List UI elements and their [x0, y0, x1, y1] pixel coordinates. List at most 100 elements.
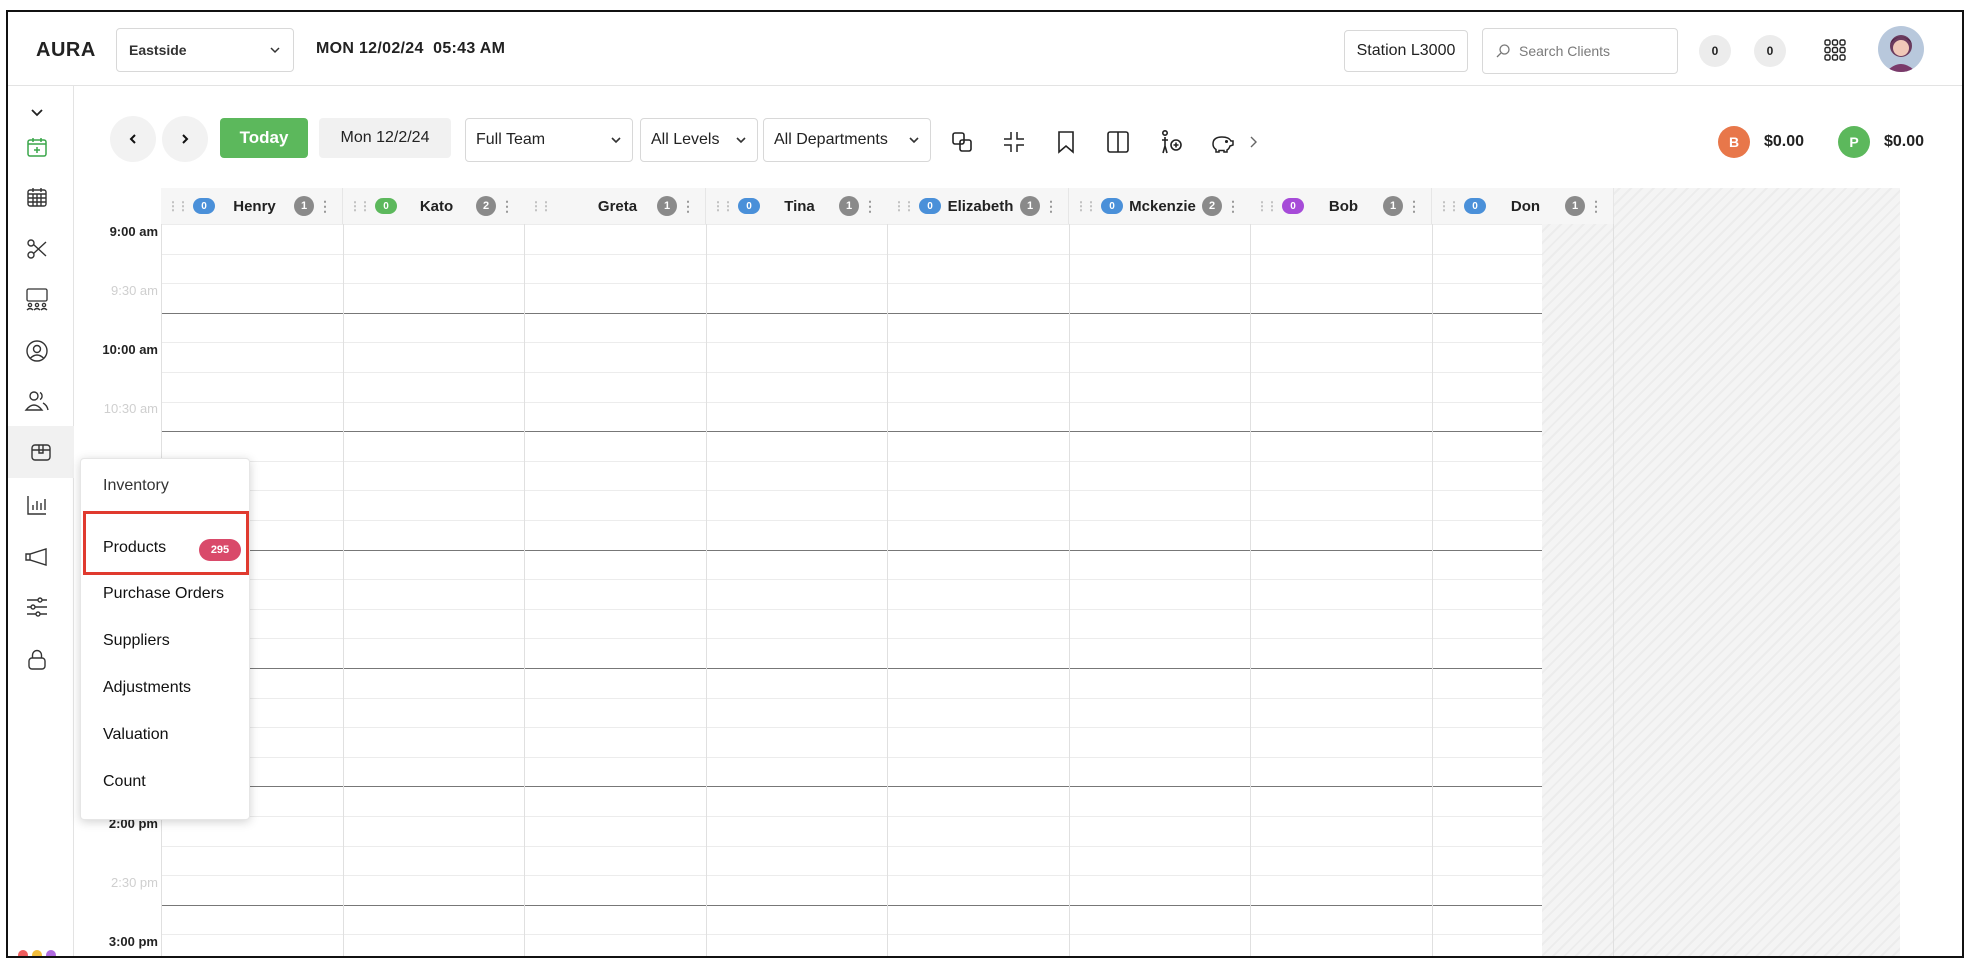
staff-menu-kebab-icon[interactable]: ⋮: [318, 198, 332, 215]
drag-handle-icon[interactable]: ⋮⋮: [530, 199, 552, 213]
more-tools-chevron-icon[interactable]: [1244, 128, 1262, 156]
time-slot-label: 2:30 pm: [111, 875, 158, 890]
staff-menu-kebab-icon[interactable]: ⋮: [1407, 198, 1421, 215]
menu-item-suppliers[interactable]: Suppliers: [103, 632, 170, 650]
menu-item-purchase-orders[interactable]: Purchase Orders: [103, 585, 224, 603]
staff-menu-kebab-icon[interactable]: ⋮: [863, 198, 877, 215]
balance-p-badge: P: [1838, 126, 1870, 158]
menu-item-count[interactable]: Count: [103, 773, 146, 791]
products-count-badge: 295: [199, 539, 241, 561]
staff-column-header[interactable]: ⋮⋮ 0 Don 1 ⋮: [1432, 188, 1614, 224]
drag-handle-icon[interactable]: ⋮⋮: [1438, 199, 1460, 213]
drag-handle-icon[interactable]: ⋮⋮: [893, 199, 915, 213]
user-avatar[interactable]: [1878, 26, 1924, 72]
grid-row-line: [161, 875, 1542, 876]
balance-b-badge: B: [1718, 126, 1750, 158]
chevron-down-icon: [736, 137, 746, 144]
staff-count-badge: 1: [657, 196, 677, 216]
add-walkin-icon[interactable]: [1156, 128, 1184, 156]
marketing-megaphone-icon[interactable]: [22, 542, 52, 572]
grid-row-line: [161, 698, 1542, 699]
menu-item-adjustments[interactable]: Adjustments: [103, 679, 191, 697]
staff-menu-kebab-icon[interactable]: ⋮: [1044, 198, 1058, 215]
drag-handle-icon[interactable]: ⋮⋮: [712, 199, 734, 213]
staff-column-header[interactable]: ⋮⋮ Greta 1 ⋮: [524, 188, 706, 224]
location-select-value: Eastside: [129, 42, 187, 58]
inventory-nav-icon[interactable]: [8, 426, 74, 478]
grid-row-line: [161, 668, 1542, 669]
station-button[interactable]: Station L3000: [1344, 30, 1468, 72]
staff-column-header[interactable]: ⋮⋮ 0 Tina 1 ⋮: [706, 188, 888, 224]
apps-grid-icon[interactable]: [1823, 38, 1847, 62]
menu-item-valuation[interactable]: Valuation: [103, 726, 169, 744]
balance-b[interactable]: B $0.00: [1718, 126, 1804, 158]
staff-booking-pill: 0: [738, 198, 760, 214]
inventory-menu-title: Inventory: [103, 477, 169, 494]
grid-column-line: [524, 188, 525, 956]
team-filter-select[interactable]: Full Team: [465, 118, 633, 162]
staff-booking-pill: 0: [1101, 198, 1123, 214]
new-appointment-icon[interactable]: [22, 132, 52, 162]
department-filter-select[interactable]: All Departments: [763, 118, 931, 162]
menu-item-products[interactable]: Products: [103, 539, 166, 557]
user-circle-icon[interactable]: [22, 336, 52, 366]
staff-column-header[interactable]: ⋮⋮ 0 Elizabeth 1 ⋮: [887, 188, 1069, 224]
drag-handle-icon[interactable]: ⋮⋮: [1256, 199, 1278, 213]
window-dots: [18, 950, 56, 956]
staff-menu-kebab-icon[interactable]: ⋮: [500, 198, 514, 215]
grid-column-line: [1250, 188, 1251, 956]
bookmark-icon[interactable]: [1052, 128, 1080, 156]
staff-menu-kebab-icon[interactable]: ⋮: [1589, 198, 1603, 215]
team-icon[interactable]: [22, 386, 52, 416]
grid-row-line: [161, 638, 1542, 639]
staff-count-badge: 1: [1383, 196, 1403, 216]
next-day-button[interactable]: [162, 116, 208, 162]
collapse-chevron-icon[interactable]: [22, 98, 52, 128]
inventory-flyout-menu: Inventory Products 295 Purchase Orders S…: [80, 458, 250, 820]
reports-chart-icon[interactable]: [22, 490, 52, 520]
staff-menu-kebab-icon[interactable]: ⋮: [681, 198, 695, 215]
staff-column-header[interactable]: ⋮⋮ 0 Kato 2 ⋮: [343, 188, 525, 224]
time-slot-label: 10:30 am: [103, 401, 158, 416]
drag-handle-icon[interactable]: ⋮⋮: [1075, 199, 1097, 213]
staff-booking-pill: 0: [1282, 198, 1304, 214]
grid-row-line: [161, 579, 1542, 580]
balance-p[interactable]: P $0.00: [1838, 126, 1924, 158]
classroom-icon[interactable]: [22, 284, 52, 314]
grid-row-line: [161, 520, 1542, 521]
staff-column-header[interactable]: ⋮⋮ 0 Henry 1 ⋮: [161, 188, 343, 224]
time-slot-label: 10:00 am: [102, 342, 158, 357]
chevron-down-icon: [909, 137, 919, 144]
level-filter-select[interactable]: All Levels: [640, 118, 758, 162]
location-select[interactable]: Eastside: [116, 28, 294, 72]
staff-name: Tina: [784, 197, 815, 215]
grid-column-line: [343, 188, 344, 956]
compress-icon[interactable]: [1000, 128, 1028, 156]
department-filter-value: All Departments: [774, 131, 888, 148]
grid-row-line: [161, 609, 1542, 610]
grid-row-line: [161, 934, 1542, 935]
staff-column-header[interactable]: ⋮⋮ 0 Mckenzie 2 ⋮: [1069, 188, 1251, 224]
copy-overlap-icon[interactable]: [948, 128, 976, 156]
lock-icon[interactable]: [22, 644, 52, 674]
notification-counter[interactable]: 0: [1699, 35, 1731, 67]
calendar-icon[interactable]: [22, 182, 52, 212]
settings-sliders-icon[interactable]: [22, 592, 52, 622]
drag-handle-icon[interactable]: ⋮⋮: [349, 199, 371, 213]
today-button[interactable]: Today: [220, 118, 308, 158]
drag-handle-icon[interactable]: ⋮⋮: [167, 199, 189, 213]
scissors-icon[interactable]: [22, 234, 52, 264]
grid-row-line: [161, 224, 1542, 225]
message-counter[interactable]: 0: [1754, 35, 1786, 67]
search-input[interactable]: [1519, 43, 1659, 59]
staff-column-header[interactable]: ⋮⋮ 0 Bob 1 ⋮: [1250, 188, 1432, 224]
grid-row-line: [161, 342, 1542, 343]
date-picker-button[interactable]: Mon 12/2/24: [319, 118, 451, 158]
search-box[interactable]: [1482, 28, 1678, 74]
prev-day-button[interactable]: [110, 116, 156, 162]
app-window: AURA Eastside MON 12/02/24 05:43 AM Stat…: [6, 10, 1964, 958]
staff-menu-kebab-icon[interactable]: ⋮: [1226, 198, 1240, 215]
split-view-icon[interactable]: [1104, 128, 1132, 156]
grid-row-line: [161, 550, 1542, 551]
piggy-bank-icon[interactable]: [1208, 128, 1236, 156]
